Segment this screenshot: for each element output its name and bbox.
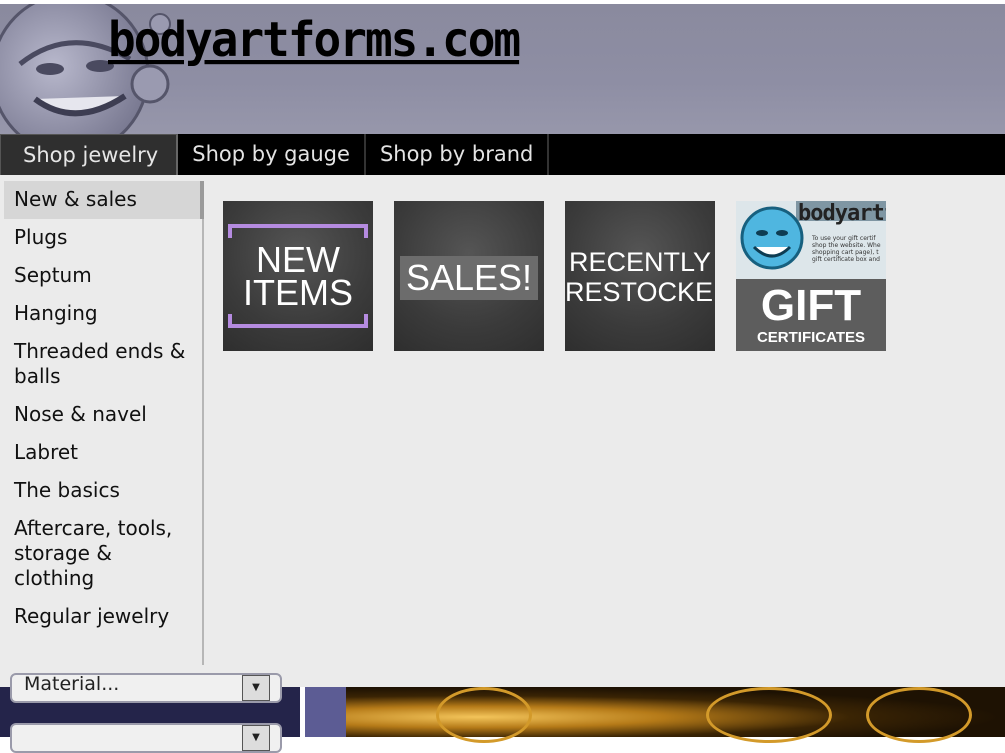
category-item-aftercare[interactable]: Aftercare, tools, storage & clothing xyxy=(4,510,202,598)
promo-tiles: NEW ITEMS SALES! RECENTLY RESTOCKED body… xyxy=(223,201,886,351)
gift-certificates-tile[interactable]: bodyartf To use your gift certif shop th… xyxy=(736,201,886,351)
category-item-septum[interactable]: Septum xyxy=(4,257,202,295)
restocked-line2: RESTOCKED xyxy=(565,277,715,307)
tab-shop-by-gauge[interactable]: Shop by gauge xyxy=(178,134,366,175)
new-items-tile[interactable]: NEW ITEMS xyxy=(223,201,373,351)
sales-label: SALES! xyxy=(405,257,533,298)
gift-title: GIFT xyxy=(760,281,862,330)
bracket-bottom-decoration xyxy=(228,314,368,328)
material-select[interactable]: Material... ▼ xyxy=(10,673,282,703)
new-items-label: NEW ITEMS xyxy=(223,242,373,313)
filigree-decoration xyxy=(866,687,972,743)
gift-fine-print: To use your gift certif shop the website… xyxy=(812,235,881,263)
new-items-line2: ITEMS xyxy=(242,272,353,313)
buddha-face-icon xyxy=(740,206,804,270)
category-item-hanging[interactable]: Hanging xyxy=(4,295,202,333)
category-item-new-sales[interactable]: New & sales xyxy=(4,181,204,219)
category-item-plugs[interactable]: Plugs xyxy=(4,219,202,257)
category-item-basics[interactable]: The basics xyxy=(4,472,202,510)
gift-card-image: bodyartf To use your gift certif shop th… xyxy=(736,201,886,279)
material-select-value: Material... xyxy=(24,673,120,695)
filter-select-2[interactable]: ▼ xyxy=(10,723,282,753)
hero-jewelry-image[interactable] xyxy=(346,687,1005,743)
gift-subtitle: CERTIFICATES xyxy=(756,329,866,346)
main-nav: Shop jewelry Shop by gauge Shop by brand xyxy=(0,134,1005,175)
category-item-labret[interactable]: Labret xyxy=(4,434,202,472)
site-header: bodyartforms.com xyxy=(0,4,1005,134)
filigree-decoration xyxy=(436,687,532,743)
chevron-down-icon[interactable]: ▼ xyxy=(242,675,270,701)
restocked-line1: RECENTLY xyxy=(568,247,712,277)
category-list: New & sales Plugs Septum Hanging Threade… xyxy=(4,181,204,665)
category-item-threaded-ends[interactable]: Threaded ends & balls xyxy=(4,333,202,396)
site-logo[interactable]: bodyartforms.com xyxy=(108,11,521,68)
recently-restocked-tile[interactable]: RECENTLY RESTOCKED xyxy=(565,201,715,351)
filigree-decoration xyxy=(706,687,832,743)
category-item-nose-navel[interactable]: Nose & navel xyxy=(4,396,202,434)
chevron-down-icon[interactable]: ▼ xyxy=(242,725,270,751)
sales-tile[interactable]: SALES! xyxy=(394,201,544,351)
mega-menu-panel: New & sales Plugs Septum Hanging Threade… xyxy=(0,175,1005,687)
bracket-top-decoration xyxy=(228,224,368,238)
tab-shop-jewelry[interactable]: Shop jewelry xyxy=(0,134,179,175)
sidebar-filter-area: Material... ▼ ▼ xyxy=(0,673,300,753)
hero-border-strip xyxy=(305,687,346,737)
restocked-label: RECENTLY RESTOCKED xyxy=(565,247,715,307)
category-item-regular-jewelry[interactable]: Regular jewelry xyxy=(4,598,202,636)
gift-brand-text: bodyartf xyxy=(798,201,886,226)
tab-shop-by-brand[interactable]: Shop by brand xyxy=(366,134,550,175)
